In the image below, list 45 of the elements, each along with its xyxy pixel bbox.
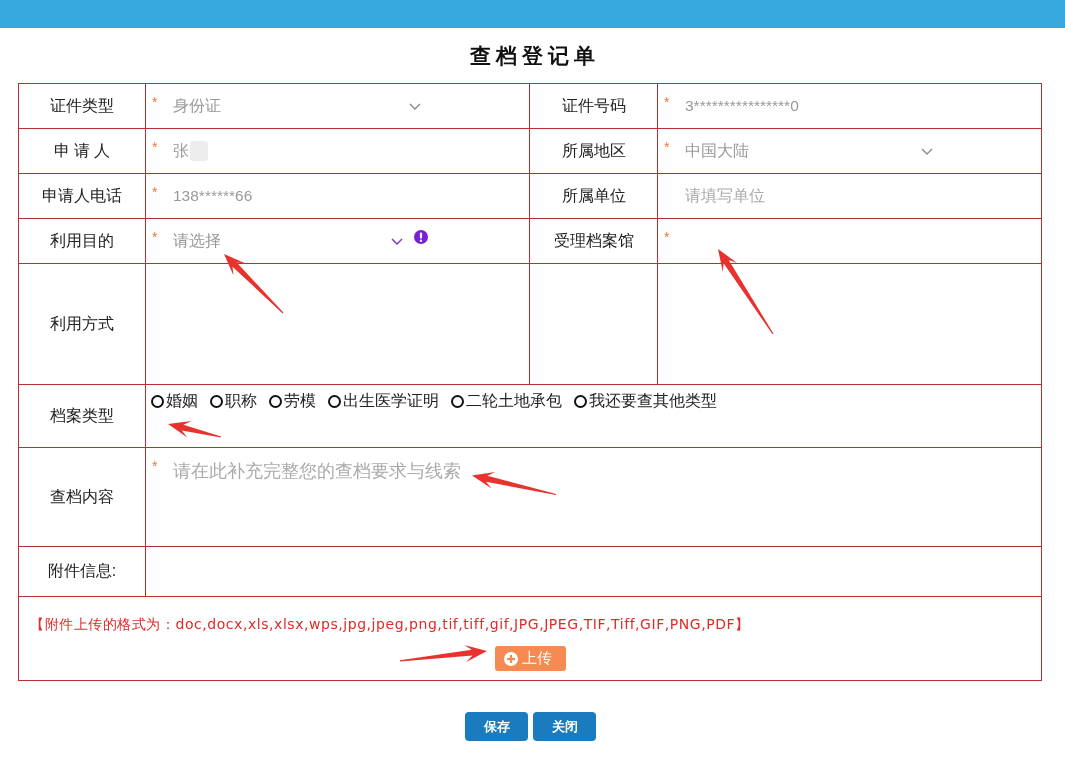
field-label: 附件信息: [47, 561, 117, 581]
chevron-down-icon [409, 102, 421, 110]
radio-option[interactable]: 二轮土地承包 [451, 391, 562, 412]
field-label: 证件类型 [50, 95, 114, 116]
required-asterisk: * [152, 138, 159, 155]
radio-option[interactable]: 出生医学证明 [328, 391, 439, 412]
text-input[interactable]: 张 [173, 142, 191, 160]
text-input[interactable]: 138******66 [173, 187, 423, 205]
field-label: 所属单位 [561, 185, 626, 206]
field-label: 证件号码 [561, 95, 626, 116]
radio-option[interactable]: 劳模 [269, 391, 316, 412]
radio-option[interactable]: 婚姻 [151, 391, 198, 412]
chevron-down-icon [921, 147, 933, 155]
textarea[interactable]: 请在此补充完整您的查档要求与线索 [173, 459, 1023, 537]
dropdown[interactable]: 中国大陆 [685, 140, 933, 162]
field-label: 利用目的 [50, 230, 114, 251]
radio-option[interactable]: 我还要查其他类型 [574, 391, 717, 412]
dropdown[interactable]: 身份证 [173, 95, 421, 117]
field-label: 申请人电话 [42, 185, 122, 206]
field-label: 申 请 人 [53, 140, 111, 161]
chevron-down-icon [391, 237, 403, 245]
field-label: 查档内容 [50, 486, 114, 507]
form-title: 查档登记单 [469, 42, 600, 69]
required-asterisk: * [152, 183, 159, 200]
form-button[interactable]: 保存 [465, 712, 528, 741]
required-asterisk: * [152, 458, 159, 474]
field-label: 利用方式 [50, 313, 114, 334]
text-input[interactable]: 请填写单位 [685, 187, 935, 205]
field-label: 受理档案馆 [553, 230, 634, 251]
field-label: 档案类型 [50, 405, 114, 426]
upload-button[interactable]: 上传 [495, 646, 566, 671]
dropdown[interactable]: 请选择 [173, 230, 403, 252]
required-asterisk: * [664, 93, 671, 110]
required-asterisk: * [664, 138, 671, 155]
text-input[interactable]: 3****************0 [685, 97, 935, 115]
field-label: 所属地区 [561, 140, 626, 161]
format-note: 【附件上传的格式为：doc,docx,xls,xlsx,wps,jpg,jpeg,png,tif,tiff,gif,JPG,JPEG,TIF,Tiff,GIF,PNG,PDF】 [30, 616, 751, 634]
required-asterisk: * [152, 228, 159, 245]
annotation-arrow [224, 254, 284, 314]
radio-option[interactable]: 职称 [210, 391, 257, 412]
plus-circle-icon [504, 651, 518, 666]
required-asterisk: * [152, 93, 159, 110]
annotation-arrow [168, 421, 222, 438]
required-asterisk: * [664, 228, 671, 245]
form-button[interactable]: 关闭 [533, 712, 596, 741]
